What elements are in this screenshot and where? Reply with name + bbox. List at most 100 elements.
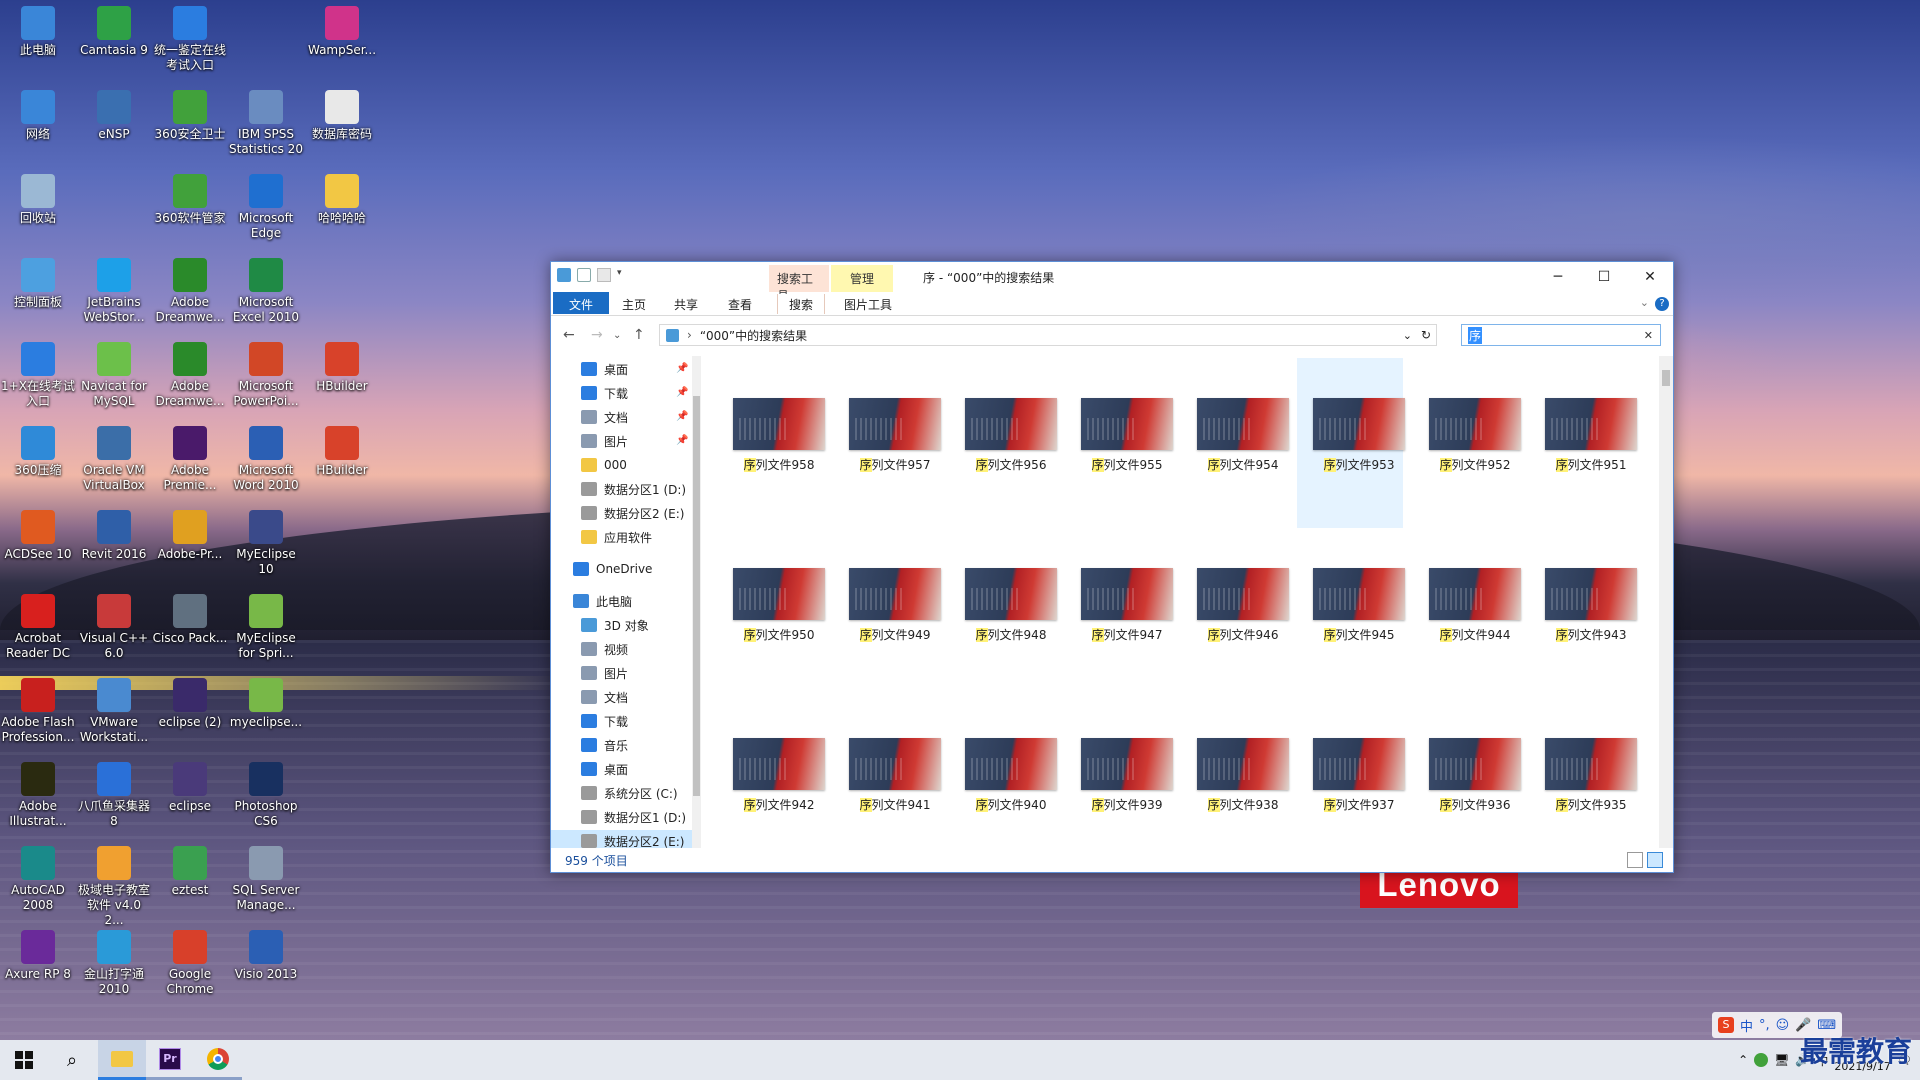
file-item[interactable]: 序列文件951 — [1529, 358, 1637, 528]
title-bar[interactable]: ▾ 搜索工具 管理 序 - “000”中的搜索结果 ─ ☐ ✕ — [551, 262, 1673, 303]
search-button[interactable]: ⌕ — [48, 1040, 96, 1080]
desktop-shortcut[interactable]: 控制面板 — [0, 252, 76, 310]
network-icon[interactable]: 🖥 — [1774, 1053, 1789, 1067]
desktop-shortcut[interactable]: Microsoft Edge — [228, 168, 304, 241]
sidebar-item[interactable]: 图片 — [581, 430, 628, 452]
file-item[interactable]: 序列文件956 — [949, 358, 1057, 528]
desktop-shortcut[interactable]: VMware Workstati... — [76, 672, 152, 745]
desktop-shortcut[interactable]: Microsoft PowerPoi... — [228, 336, 304, 409]
details-view-button[interactable] — [1627, 852, 1643, 868]
scrollbar-thumb[interactable] — [693, 396, 700, 796]
desktop-shortcut[interactable]: 金山打字通 2010 — [76, 924, 152, 997]
sidebar-item[interactable]: 桌面 — [581, 358, 628, 380]
desktop-shortcut[interactable]: 1+X在线考试入口 — [0, 336, 76, 409]
file-item[interactable]: 序列文件944 — [1413, 528, 1521, 698]
file-item[interactable]: 序列文件941 — [833, 698, 941, 848]
desktop-shortcut[interactable]: Adobe-Pr... — [152, 504, 228, 562]
file-list-scrollbar[interactable] — [1659, 356, 1673, 848]
help-icon[interactable]: ? — [1655, 297, 1669, 311]
show-hidden-icons[interactable]: ⌃ — [1738, 1053, 1748, 1067]
file-item[interactable]: 序列文件948 — [949, 528, 1057, 698]
sidebar-item[interactable]: 文档 — [581, 686, 628, 708]
desktop-shortcut[interactable]: 360压缩 — [0, 420, 76, 478]
desktop-shortcut[interactable]: 360软件管家 — [152, 168, 228, 226]
desktop-shortcut[interactable]: eNSP — [76, 84, 152, 142]
file-item[interactable]: 序列文件958 — [717, 358, 825, 528]
desktop-shortcut[interactable]: HBuilder — [304, 336, 380, 394]
customize-toolbar-icon[interactable]: ▾ — [617, 268, 625, 282]
tab-search[interactable]: 搜索 — [777, 294, 826, 314]
file-item[interactable]: 序列文件950 — [717, 528, 825, 698]
file-item[interactable]: 序列文件939 — [1065, 698, 1173, 848]
forward-button[interactable]: → — [591, 327, 603, 343]
ribbon-expand-icon[interactable]: ⌄ — [1640, 296, 1649, 309]
tab-search-tools[interactable]: 搜索工具 — [769, 265, 829, 303]
desktop-shortcut[interactable]: Google Chrome — [152, 924, 228, 997]
sidebar-item[interactable]: 视频 — [581, 638, 628, 660]
taskbar-file-explorer[interactable] — [98, 1040, 146, 1080]
desktop-shortcut[interactable]: eztest — [152, 840, 228, 898]
desktop-shortcut[interactable]: 360安全卫士 — [152, 84, 228, 142]
desktop-shortcut[interactable]: Visual C++ 6.0 — [76, 588, 152, 661]
clear-search-icon[interactable]: ✕ — [1644, 329, 1653, 342]
desktop-shortcut[interactable]: Adobe Illustrat... — [0, 756, 76, 829]
file-item[interactable]: 序列文件938 — [1181, 698, 1289, 848]
recent-locations-icon[interactable]: ⌄ — [613, 330, 621, 341]
desktop-shortcut[interactable]: AutoCAD 2008 — [0, 840, 76, 913]
ime-mode[interactable]: 中 — [1740, 1016, 1753, 1035]
sidebar-item[interactable]: 系统分区 (C:) — [581, 782, 678, 804]
desktop-shortcut[interactable]: myeclipse... — [228, 672, 304, 730]
desktop-shortcut[interactable]: 此电脑 — [0, 0, 76, 58]
file-item[interactable]: 序列文件942 — [717, 698, 825, 848]
taskbar-premiere[interactable]: Pr — [146, 1040, 194, 1080]
sidebar-item[interactable]: OneDrive — [573, 558, 652, 580]
navigation-pane-scrollbar[interactable] — [692, 356, 701, 848]
sidebar-item[interactable]: 应用软件 — [581, 526, 652, 548]
sidebar-item[interactable]: 图片 — [581, 662, 628, 684]
properties-icon[interactable] — [577, 268, 591, 282]
file-item[interactable]: 序列文件954 — [1181, 358, 1289, 528]
desktop-shortcut[interactable]: Visio 2013 — [228, 924, 304, 982]
file-item[interactable]: 序列文件940 — [949, 698, 1057, 848]
close-button[interactable]: ✕ — [1627, 262, 1673, 292]
tab-manage[interactable]: 管理 — [831, 265, 893, 292]
file-item[interactable]: 序列文件952 — [1413, 358, 1521, 528]
desktop-shortcut[interactable]: Revit 2016 — [76, 504, 152, 562]
desktop-shortcut[interactable]: MyEclipse 10 — [228, 504, 304, 577]
desktop-shortcut[interactable]: eclipse (2) — [152, 672, 228, 730]
desktop-shortcut[interactable]: 统一鉴定在线考试入口 — [152, 0, 228, 73]
file-item[interactable]: 序列文件953 — [1297, 358, 1405, 528]
desktop-shortcut[interactable]: HBuilder — [304, 420, 380, 478]
desktop-shortcut[interactable]: 网络 — [0, 84, 76, 142]
file-item[interactable]: 序列文件949 — [833, 528, 941, 698]
desktop-shortcut[interactable]: Navicat for MySQL — [76, 336, 152, 409]
sidebar-item[interactable]: 数据分区2 (E:) — [551, 830, 701, 848]
file-item[interactable]: 序列文件955 — [1065, 358, 1173, 528]
desktop-shortcut[interactable]: Photoshop CS6 — [228, 756, 304, 829]
emoji-icon[interactable]: ☺ — [1776, 1018, 1790, 1033]
tab-share[interactable]: 共享 — [663, 294, 709, 314]
desktop-shortcut[interactable]: SQL Server Manage... — [228, 840, 304, 913]
desktop-shortcut[interactable]: Adobe Premie... — [152, 420, 228, 493]
breadcrumb[interactable]: “000”中的搜索结果 — [700, 327, 807, 344]
address-dropdown-icon[interactable]: ⌄ — [1403, 329, 1412, 342]
desktop-shortcut[interactable]: 八爪鱼采集器 8 — [76, 756, 152, 829]
sidebar-item[interactable]: 桌面 — [581, 758, 628, 780]
file-item[interactable]: 序列文件957 — [833, 358, 941, 528]
desktop-shortcut[interactable]: 哈哈哈哈 — [304, 168, 380, 226]
tab-view[interactable]: 查看 — [717, 294, 763, 314]
desktop-shortcut[interactable]: 回收站 — [0, 168, 76, 226]
sidebar-item[interactable]: 000 — [581, 454, 627, 476]
file-item[interactable]: 序列文件936 — [1413, 698, 1521, 848]
desktop-shortcut[interactable]: Axure RP 8 — [0, 924, 76, 982]
scrollbar-thumb[interactable] — [1662, 370, 1670, 386]
desktop-shortcut[interactable]: Microsoft Word 2010 — [228, 420, 304, 493]
desktop-shortcut[interactable]: Oracle VM VirtualBox — [76, 420, 152, 493]
desktop-shortcut[interactable]: 数据库密码 — [304, 84, 380, 142]
start-button[interactable] — [0, 1040, 48, 1080]
punctuation-icon[interactable]: °, — [1759, 1018, 1770, 1033]
desktop-shortcut[interactable]: MyEclipse for Spri... — [228, 588, 304, 661]
desktop-shortcut[interactable]: IBM SPSS Statistics 20 — [228, 84, 304, 157]
sidebar-item[interactable]: 数据分区2 (E:) — [581, 502, 684, 524]
sidebar-item[interactable]: 此电脑 — [573, 590, 632, 612]
